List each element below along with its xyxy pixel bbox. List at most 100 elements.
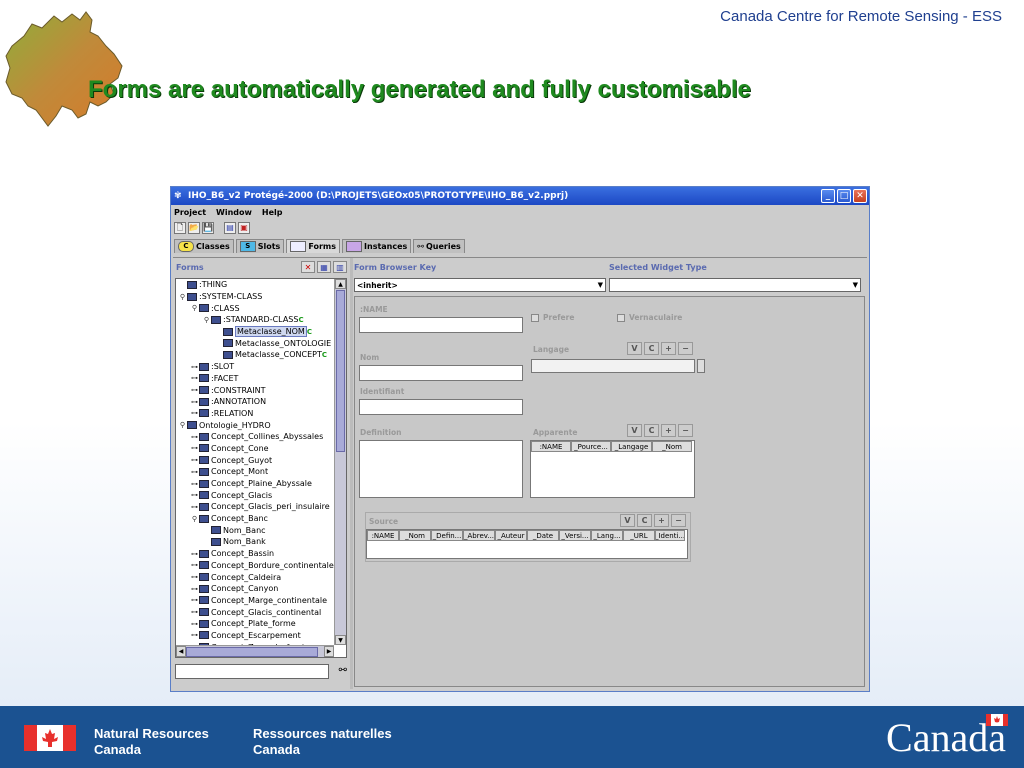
tree-item[interactable]: ⊶ Concept_Marge_continentale <box>176 595 334 607</box>
cascade-windows-icon[interactable]: ▤ <box>224 222 236 234</box>
tree-item[interactable]: Metaclasse_ONTOLOGIE <box>176 337 334 349</box>
table-column-header[interactable]: _URL <box>623 530 655 541</box>
tab-instances[interactable]: Instances <box>342 239 412 253</box>
tree-toggle-icon[interactable]: ⊶ <box>190 444 199 452</box>
tree-toggle-icon[interactable]: ⚲ <box>202 316 211 324</box>
table-column-header[interactable]: _Pource... <box>571 441 611 452</box>
form-layout-canvas[interactable]: :NAME Prefere Vernaculaire Langage V C +… <box>354 296 865 687</box>
definition-field-widget[interactable] <box>359 440 523 498</box>
tree-item[interactable]: ⊶ Concept_Glacis_continental <box>176 606 334 618</box>
tree-toggle-icon[interactable]: ⊶ <box>190 503 199 511</box>
tree-item[interactable]: ⚲ Ontologie_HYDRO <box>176 419 334 431</box>
view-button[interactable]: V <box>620 514 635 527</box>
name-field-widget[interactable] <box>359 317 523 333</box>
tree-toggle-icon[interactable]: ⊶ <box>190 456 199 464</box>
apparente-table[interactable]: :NAME _Pource... _Langage _Nom <box>530 440 695 498</box>
create-button[interactable]: C <box>644 342 659 355</box>
table-column-header[interactable]: _Date <box>527 530 559 541</box>
tree-toggle-icon[interactable]: ⊶ <box>190 491 199 499</box>
tree-item[interactable]: ⊶ Concept_Bassin <box>176 548 334 560</box>
remove-button[interactable]: − <box>671 514 686 527</box>
minimize-button[interactable]: _ <box>821 189 835 203</box>
maximize-button[interactable]: □ <box>837 189 851 203</box>
tree-toggle-icon[interactable]: ⊶ <box>190 433 199 441</box>
tree-item[interactable]: ⊶ Concept_Plaine_Abyssale <box>176 478 334 490</box>
layout-like-icon[interactable]: ▥ <box>333 261 347 273</box>
table-column-header[interactable]: _Defin... <box>431 530 463 541</box>
tree-vertical-scrollbar[interactable]: ▲ ▼ <box>334 279 346 645</box>
source-widget-frame[interactable]: Source V C + − :NAME _Nom _Defin... _Abrev.… <box>365 512 691 562</box>
horizontal-scroll-thumb[interactable] <box>186 647 318 657</box>
tree-item[interactable]: ⊶ Concept_Glacis_peri_insulaire <box>176 501 334 513</box>
menu-window[interactable]: Window <box>216 208 252 217</box>
tree-toggle-icon[interactable]: ⊶ <box>190 561 199 569</box>
tree-item[interactable]: Nom_Bank <box>176 536 334 548</box>
create-button[interactable]: C <box>644 424 659 437</box>
table-column-header[interactable]: _Auteur <box>495 530 527 541</box>
tree-item[interactable]: ⊶ Concept_Mont <box>176 466 334 478</box>
close-windows-icon[interactable]: ▣ <box>238 222 250 234</box>
tree-item[interactable]: ⊶:FACET <box>176 373 334 385</box>
tree-toggle-icon[interactable]: ⊶ <box>190 468 199 476</box>
tree-toggle-icon[interactable]: ⊶ <box>190 363 199 371</box>
tree-item[interactable]: ⊶ Concept_Plate_forme <box>176 618 334 630</box>
tree-toggle-icon[interactable]: ⊶ <box>190 573 199 581</box>
panel-splitter[interactable] <box>350 258 353 689</box>
relayout-icon[interactable]: ▦ <box>317 261 331 273</box>
tree-toggle-icon[interactable]: ⊶ <box>190 409 199 417</box>
table-column-header[interactable]: :NAME <box>531 441 571 452</box>
tree-item[interactable]: ⊶ Concept_Collines_Abyssales <box>176 431 334 443</box>
create-button[interactable]: C <box>637 514 652 527</box>
tree-toggle-icon[interactable]: ⚲ <box>178 421 187 429</box>
identifiant-field-widget[interactable] <box>359 399 523 415</box>
remove-button[interactable]: − <box>678 424 693 437</box>
tab-classes[interactable]: C Classes <box>174 239 234 253</box>
tree-toggle-icon[interactable]: ⊶ <box>190 585 199 593</box>
vertical-scroll-thumb[interactable] <box>336 290 345 452</box>
tree-item[interactable]: ⊶ Concept_Canyon <box>176 583 334 595</box>
tree-toggle-icon[interactable]: ⊶ <box>190 550 199 558</box>
table-column-header[interactable]: _Versi... <box>559 530 591 541</box>
table-column-header[interactable]: _Abrev... <box>463 530 495 541</box>
tree-item[interactable]: ⊶ Concept_Escarpement <box>176 630 334 642</box>
view-button[interactable]: V <box>627 424 642 437</box>
scroll-right-icon[interactable]: ▶ <box>324 646 334 657</box>
prefere-checkbox[interactable]: Prefere <box>531 313 574 322</box>
table-column-header[interactable]: _Nom <box>652 441 692 452</box>
save-project-icon[interactable]: 💾 <box>202 222 214 234</box>
langage-scroll-handle[interactable] <box>697 359 705 373</box>
scroll-left-icon[interactable]: ◀ <box>176 646 186 657</box>
add-button[interactable]: + <box>654 514 669 527</box>
tree-item[interactable]: ⊶:RELATION <box>176 408 334 420</box>
form-browser-key-select[interactable]: <inherit> ▼ <box>354 278 606 292</box>
tree-item[interactable]: ⚲ Concept_Banc <box>176 513 334 525</box>
tree-toggle-icon[interactable]: ⚲ <box>190 515 199 523</box>
open-project-icon[interactable]: 📂 <box>188 222 200 234</box>
new-project-icon[interactable]: 🗋 <box>174 222 186 234</box>
tree-toggle-icon[interactable]: ⊶ <box>190 608 199 616</box>
tree-item[interactable]: Nom_Banc <box>176 524 334 536</box>
tree-item[interactable]: :THING <box>176 279 334 291</box>
tree-toggle-icon[interactable]: ⊶ <box>190 631 199 639</box>
table-column-header[interactable]: :NAME <box>367 530 399 541</box>
nom-field-widget[interactable] <box>359 365 523 381</box>
tab-queries[interactable]: ⚯ Queries <box>413 239 465 253</box>
remove-button[interactable]: − <box>678 342 693 355</box>
scroll-up-icon[interactable]: ▲ <box>335 279 346 289</box>
window-title-bar[interactable]: ✾ IHO_B6_v2 Protégé-2000 (D:\PROJETS\GEO… <box>171 187 869 205</box>
table-column-header[interactable]: _Identi... <box>655 530 685 541</box>
tree-item[interactable]: ⚲:STANDARD-CLASS C <box>176 314 334 326</box>
tree-toggle-icon[interactable]: ⊶ <box>190 398 199 406</box>
tree-toggle-icon[interactable]: ⚲ <box>178 293 187 301</box>
tree-item[interactable]: Metaclasse_CONCEPT C <box>176 349 334 361</box>
tree-toggle-icon[interactable]: ⊶ <box>190 374 199 382</box>
find-binoculars-icon[interactable]: ⚯ <box>339 665 347 676</box>
tree-toggle-icon[interactable]: ⊶ <box>190 596 199 604</box>
view-button[interactable]: V <box>627 342 642 355</box>
table-column-header[interactable]: _Lang... <box>591 530 623 541</box>
scroll-down-icon[interactable]: ▼ <box>335 635 346 645</box>
tree-item[interactable]: ⊶:ANNOTATION <box>176 396 334 408</box>
tab-slots[interactable]: S Slots <box>235 239 285 253</box>
tree-toggle-icon[interactable]: ⚲ <box>190 304 199 312</box>
tree-item[interactable]: ⚲:SYSTEM-CLASS <box>176 291 334 303</box>
